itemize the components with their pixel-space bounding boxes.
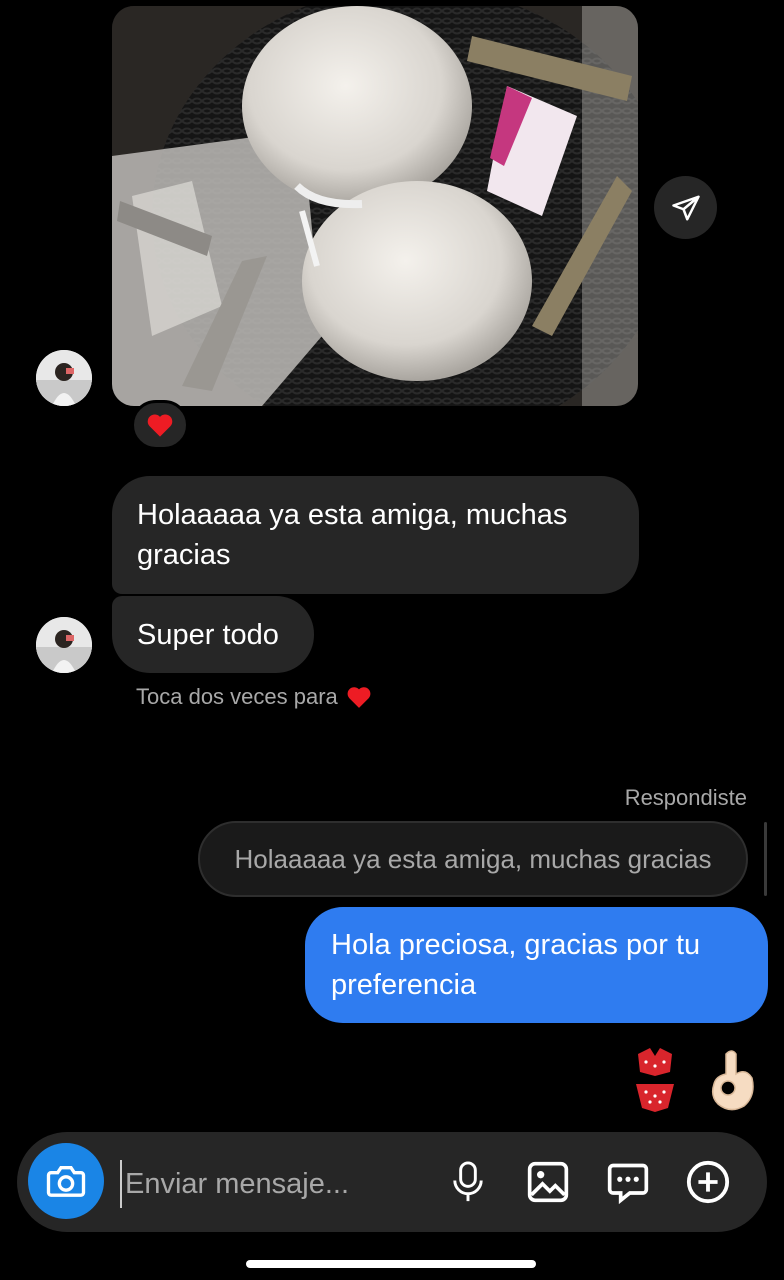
- message-input[interactable]: [120, 1160, 427, 1208]
- message-text: Super todo: [137, 619, 279, 651]
- microphone-icon: [453, 1161, 483, 1202]
- send-icon: [671, 195, 700, 220]
- heart-reaction[interactable]: [131, 400, 189, 450]
- double-tap-hint: Toca dos veces para: [136, 684, 372, 710]
- share-button[interactable]: [654, 176, 717, 239]
- avatar[interactable]: [36, 350, 92, 406]
- quoted-text: Holaaaaa ya esta amiga, muchas gracias: [234, 843, 712, 874]
- camera-button[interactable]: [28, 1143, 104, 1219]
- add-icon: [686, 1160, 730, 1204]
- home-indicator: [246, 1260, 536, 1268]
- camera-icon: [46, 1166, 86, 1197]
- sticker-icon: [607, 1163, 649, 1204]
- sticker-button[interactable]: [603, 1157, 653, 1207]
- message-text: Hola preciosa, gracias por tu preferenci…: [331, 929, 701, 1001]
- reply-indicator-line: [764, 822, 767, 896]
- add-button[interactable]: [683, 1157, 733, 1207]
- incoming-message[interactable]: Holaaaaa ya esta amiga, muchas gracias: [112, 476, 639, 594]
- microphone-button[interactable]: [443, 1157, 493, 1207]
- avatar[interactable]: [36, 617, 92, 673]
- outgoing-message[interactable]: Hola preciosa, gracias por tu preferenci…: [305, 907, 768, 1023]
- incoming-message[interactable]: Super todo: [112, 596, 314, 673]
- quoted-message[interactable]: Holaaaaa ya esta amiga, muchas gracias: [198, 821, 748, 897]
- gallery-button[interactable]: [523, 1157, 573, 1207]
- ok-hand-icon[interactable]: [706, 1044, 758, 1114]
- gallery-icon: [527, 1161, 569, 1203]
- bikini-sticker-icon[interactable]: [628, 1044, 682, 1114]
- heart-icon: [347, 687, 371, 708]
- hint-text: Toca dos veces para: [136, 684, 338, 709]
- replied-label: Respondiste: [624, 785, 747, 810]
- message-text: Holaaaaa ya esta amiga, muchas gracias: [137, 499, 568, 571]
- shared-photo[interactable]: [112, 6, 638, 406]
- sticker-row: [628, 1044, 758, 1114]
- heart-icon: [147, 414, 173, 437]
